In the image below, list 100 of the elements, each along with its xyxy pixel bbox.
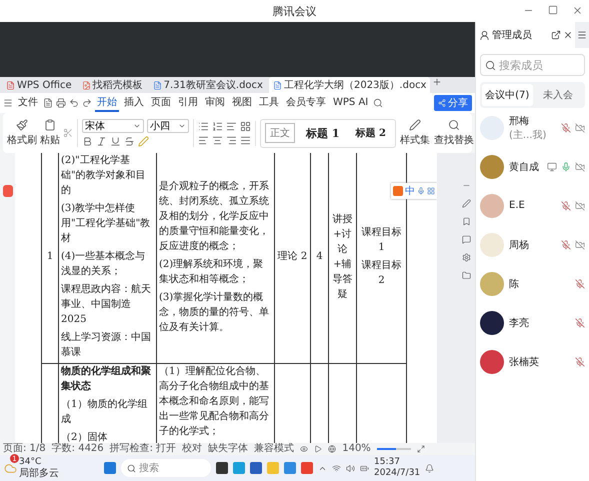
bold-icon[interactable] [82,136,93,147]
redo-icon[interactable] [82,98,92,108]
eye-icon[interactable] [300,445,308,453]
share-icon[interactable] [438,99,446,107]
document-tab[interactable]: WPS Office [2,77,76,93]
style-option[interactable]: 标题 1 [301,122,344,144]
mic-icon[interactable] [417,187,425,195]
close-icon[interactable] [563,30,573,40]
print-icon[interactable] [56,98,66,108]
new-tab-icon[interactable] [432,77,442,87]
font-size-select[interactable]: 小四 [147,119,189,133]
brush-icon[interactable] [16,119,28,131]
store-icon[interactable] [250,462,262,474]
camera-off-icon[interactable] [575,240,585,250]
menu-tab[interactable]: 插入 [122,94,146,112]
menu-icon[interactable] [577,30,587,40]
pen-icon[interactable] [462,199,471,208]
fullscreen-icon[interactable] [416,445,425,453]
search-icon[interactable] [127,464,136,472]
popout-icon[interactable] [551,30,561,40]
task-view-icon[interactable] [216,462,228,474]
font-select[interactable]: 宋体 [82,119,144,133]
align-right-icon[interactable] [226,134,237,146]
side-app-icon[interactable] [2,185,12,197]
grid-icon[interactable] [427,187,435,195]
italic-icon[interactable] [96,136,107,147]
undo-icon[interactable] [69,98,79,108]
status-text: 字数: 4426 [52,443,104,455]
comment-icon[interactable] [462,235,471,244]
play-icon[interactable] [314,445,322,453]
battery-icon[interactable] [360,464,369,472]
close-icon[interactable] [572,5,583,16]
person-icon[interactable] [479,30,490,40]
menu-tab[interactable]: 页面 [149,94,173,112]
align-center-icon[interactable] [212,134,223,146]
wps-logo-icon[interactable] [6,80,15,90]
globe-icon[interactable] [328,445,336,453]
member-tab[interactable]: 会议中(7) [482,84,532,106]
document-tab[interactable]: 7.31教研室会议.docx [148,77,267,93]
muted-mic-icon[interactable] [561,240,571,250]
search-icon[interactable] [373,98,384,108]
save-icon[interactable] [43,98,53,108]
bookmark-icon[interactable] [462,217,471,226]
muted-mic-icon[interactable] [561,122,571,132]
member-name: 陈 [509,278,520,290]
member-tab[interactable]: 未入会 [532,84,583,106]
menu-tab[interactable]: 引用 [176,94,200,112]
camera-off-icon[interactable] [575,122,585,132]
paste-button[interactable]: 粘贴 [40,119,60,147]
muted-mic-icon[interactable] [561,200,571,210]
wifi-icon[interactable] [332,464,341,472]
document-tab[interactable]: 工程化学大纲（2023版）.docx [268,77,430,93]
menu-tab[interactable]: 审阅 [203,94,227,112]
share-button[interactable]: 分享 [434,95,472,111]
table-icon[interactable] [240,120,251,132]
menu-tab[interactable]: 视图 [230,94,254,112]
menu-button[interactable] [575,22,589,48]
mic-icon[interactable] [561,162,571,172]
strikethrough-icon[interactable] [124,136,135,147]
align-left-icon[interactable] [198,134,209,146]
search-icon[interactable] [485,60,496,70]
style-option[interactable]: 正文 [265,123,295,143]
settings-icon[interactable] [462,253,471,262]
search-icon[interactable] [448,119,460,131]
numbered-list-icon[interactable] [212,120,223,132]
start-icon[interactable] [104,462,116,474]
clipboard-icon[interactable] [44,119,56,131]
menu-tab[interactable]: WPS AI [331,96,370,110]
style-set-button[interactable]: 样式集 [400,119,430,147]
volume-icon[interactable] [346,464,355,472]
taskbar-search-field[interactable]: 搜索 [121,459,211,477]
folder-icon[interactable] [462,271,471,280]
weather-icon[interactable] [4,462,17,474]
cell-text: 1 [46,250,54,264]
camera-off-icon[interactable] [575,200,585,210]
muted-mic-icon[interactable] [575,356,585,366]
file-menu[interactable]: 文件 [16,94,40,112]
document-icon[interactable] [272,80,282,90]
maximize-icon[interactable] [548,5,558,15]
muted-mic-icon[interactable] [575,318,585,328]
muted-mic-icon[interactable] [575,278,585,288]
caret-icon[interactable] [133,122,141,130]
underline-icon[interactable] [110,136,121,147]
caret-icon[interactable] [178,122,186,130]
member-name: 周杨 [509,238,530,252]
find-replace-button[interactable]: 查找替换 [434,119,474,147]
screen-share-icon[interactable] [547,162,557,172]
menu-tab[interactable]: 会员专享 [284,94,328,112]
justify-icon[interactable] [240,134,251,146]
format-painter-button[interactable]: 格式刷 [7,119,37,147]
document-icon[interactable] [152,80,162,90]
bell-icon[interactable] [425,464,434,472]
zoom-level[interactable]: 140% [342,443,371,455]
menu-icon[interactable] [3,98,13,108]
ime-mode-toggle[interactable]: 中 [405,184,415,198]
style-option[interactable]: 标题 2 [350,123,391,143]
document-tab[interactable]: 找稻壳模板 [78,77,147,93]
menu-tab[interactable]: 工具 [257,94,281,112]
camera-off-icon[interactable] [575,162,585,172]
template-icon[interactable] [82,80,91,90]
